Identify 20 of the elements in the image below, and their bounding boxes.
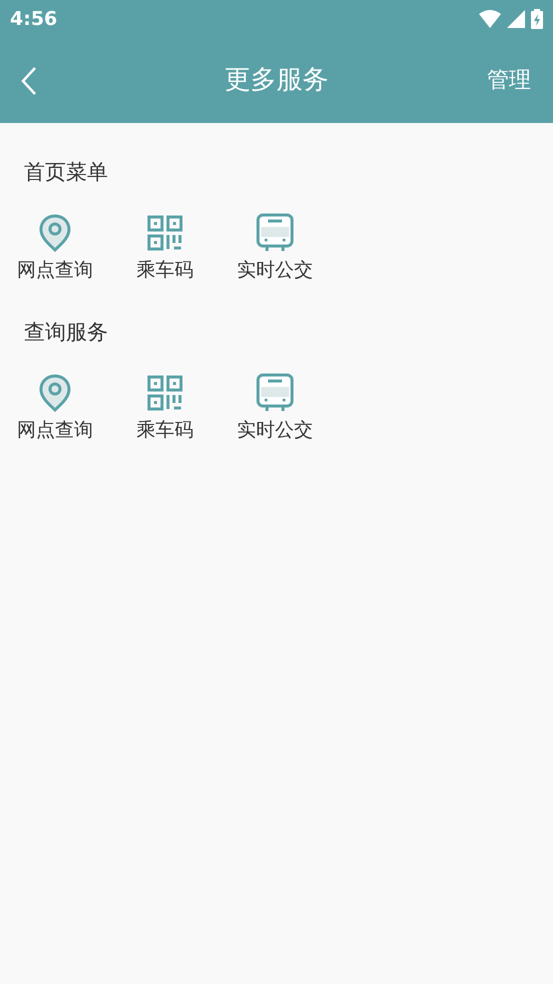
service-item[interactable]: 实时公交 — [220, 213, 330, 283]
qr-code-icon — [147, 375, 183, 411]
wifi-icon — [479, 10, 501, 28]
bus-icon — [256, 213, 294, 253]
status-time: 4:56 — [10, 6, 58, 32]
qr-code-icon — [147, 215, 183, 251]
location-pin-icon — [37, 213, 73, 253]
location-pin-icon — [37, 373, 73, 413]
bus-icon — [256, 373, 294, 413]
service-item[interactable]: 网点查询 — [0, 373, 110, 443]
service-item[interactable]: 乘车码 — [110, 373, 220, 443]
service-item[interactable]: 实时公交 — [220, 373, 330, 443]
service-item[interactable]: 网点查询 — [0, 213, 110, 283]
section-title: 查询服务 — [23, 319, 109, 346]
battery-icon — [531, 9, 543, 29]
signal-icon — [507, 10, 525, 28]
service-item[interactable]: 乘车码 — [110, 213, 220, 283]
back-icon — [20, 66, 38, 96]
page-title: 更多服务 — [224, 64, 328, 97]
section-title: 首页菜单 — [23, 159, 109, 186]
